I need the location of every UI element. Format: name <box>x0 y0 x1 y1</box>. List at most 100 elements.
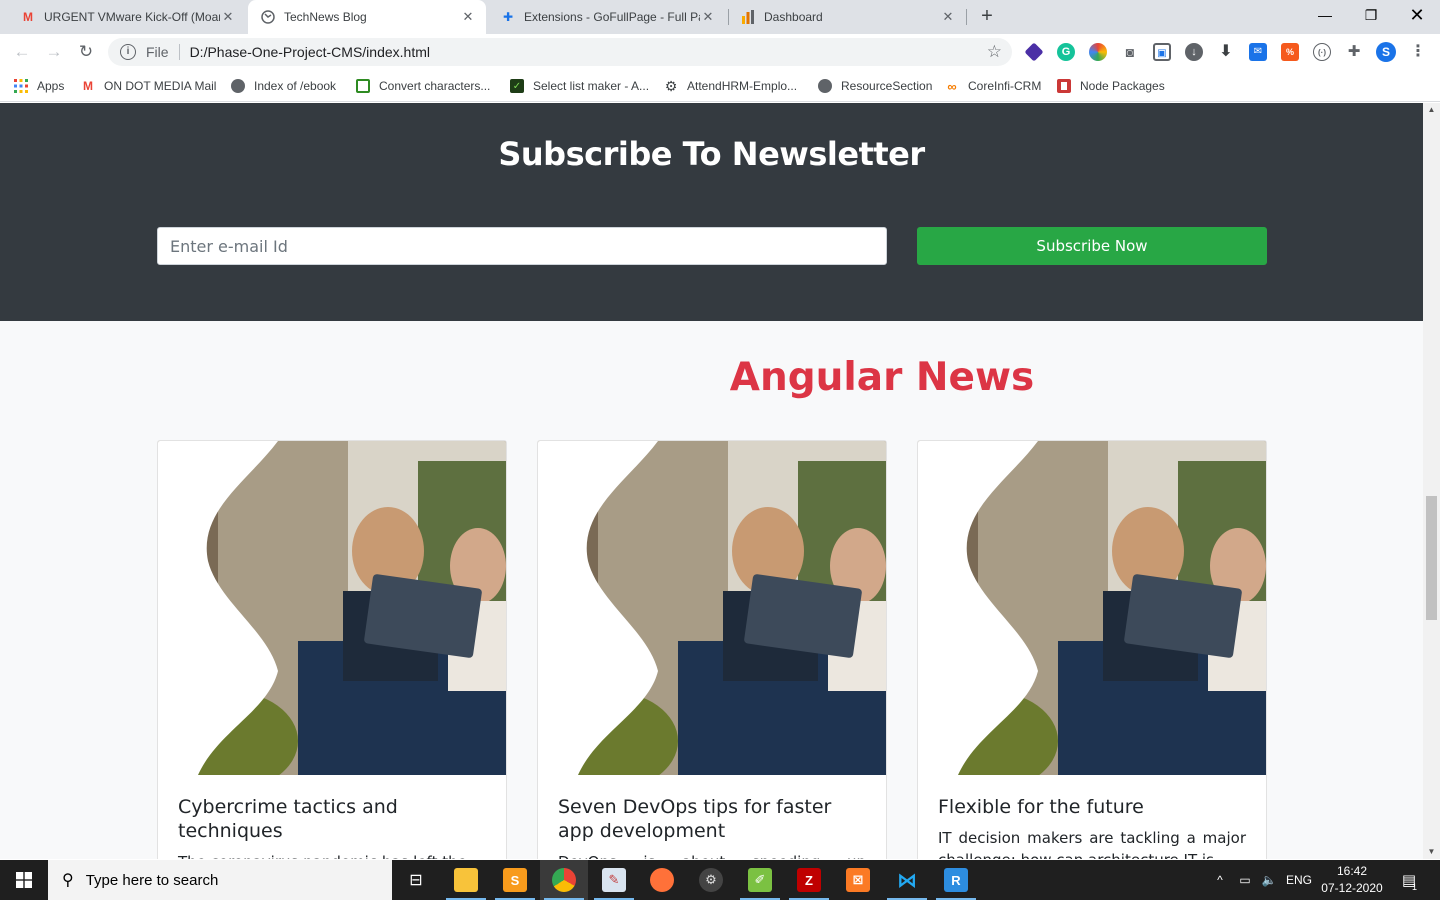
settings-app-icon: ⚙ <box>699 868 723 892</box>
puzzle-icon[interactable]: ✚ <box>1345 43 1363 61</box>
npm-icon <box>1057 79 1071 93</box>
close-tab-icon[interactable]: ✕ <box>700 9 716 25</box>
taskbar-firefox[interactable] <box>638 860 686 900</box>
gmail-icon: M <box>23 10 33 24</box>
scrollbar-thumb[interactable] <box>1426 496 1437 620</box>
bookmark-label: Node Packages <box>1080 79 1165 93</box>
url-text[interactable]: D:/Phase-One-Project-CMS/index.html <box>190 44 430 60</box>
menu-kebab-icon[interactable]: ⋮ <box>1409 43 1427 61</box>
email-input[interactable] <box>157 227 887 265</box>
address-bar[interactable]: i File D:/Phase-One-Project-CMS/index.ht… <box>108 38 1012 66</box>
notepad-icon: ✐ <box>748 868 772 892</box>
tab-title: URGENT VMware Kick-Off (Moan <box>44 10 220 24</box>
screenshot-icon[interactable]: ▣ <box>1153 43 1171 61</box>
grammarly-icon[interactable]: G <box>1057 43 1075 61</box>
bookmark-coreinfi-crm[interactable]: ∞ CoreInfi-CRM <box>945 76 1041 96</box>
taskbar-file-explorer[interactable] <box>442 860 490 900</box>
close-tab-icon[interactable]: ✕ <box>940 9 956 25</box>
taskbar-filezilla[interactable]: Z <box>785 860 833 900</box>
back-button[interactable]: ← <box>10 40 34 64</box>
bookmark-label: Index of /ebook <box>254 79 337 93</box>
search-placeholder: Type here to search <box>85 871 219 889</box>
bookmark-attendhrm[interactable]: ⚙ AttendHRM-Emplo... <box>664 76 797 96</box>
extension-orange-icon[interactable]: % <box>1281 43 1299 61</box>
notification-center-icon[interactable]: ▤ 1 <box>1394 860 1424 900</box>
card-image <box>918 441 1266 791</box>
taskbar-vscode[interactable]: ⋈ <box>883 860 931 900</box>
tab-extensions[interactable]: ✚ Extensions - GoFullPage - Full Pa ✕ <box>488 0 726 34</box>
card-image <box>158 441 506 791</box>
taskbar-app-gears[interactable]: ⚙ <box>687 860 735 900</box>
url-scheme: File <box>146 44 169 60</box>
bookmark-star-icon[interactable]: ☆ <box>987 42 1002 62</box>
bookmark-label: CoreInfi-CRM <box>968 79 1042 93</box>
volume-icon[interactable]: 🔈 <box>1258 860 1280 900</box>
bookmark-resourcesection[interactable]: ResourceSection <box>818 76 932 96</box>
close-tab-icon[interactable]: ✕ <box>460 9 476 25</box>
firefox-icon <box>650 868 674 892</box>
news-card[interactable]: Flexible for the future IT decision make… <box>917 440 1267 859</box>
taskbar-notepad[interactable]: ✐ <box>736 860 784 900</box>
card-text: IT decision makers are tackling a major … <box>938 829 1246 859</box>
xampp-icon: ⊠ <box>846 868 870 892</box>
info-icon[interactable]: i <box>120 44 136 60</box>
download-arrow-icon[interactable]: ⬇ <box>1217 43 1235 61</box>
extension-diamond-icon[interactable] <box>1024 42 1044 62</box>
newsletter-section: Subscribe To Newsletter Subscribe Now <box>0 103 1423 321</box>
sublime-text-icon: S <box>503 868 527 892</box>
checkmark-icon: ✓ <box>510 79 524 93</box>
scroll-up-arrow-icon[interactable]: ▲ <box>1423 103 1440 117</box>
tab-dashboard[interactable]: Dashboard ✕ <box>728 0 966 34</box>
bookmark-convert-characters[interactable]: Convert characters... <box>356 76 490 96</box>
tab-title: Extensions - GoFullPage - Full Pa <box>524 10 700 24</box>
network-icon[interactable]: ▭ <box>1234 860 1256 900</box>
taskbar-clock[interactable]: 16:42 07-12-2020 <box>1316 863 1388 897</box>
tab-technews[interactable]: TechNews Blog ✕ <box>248 0 486 34</box>
new-tab-button[interactable]: + <box>976 5 998 27</box>
taskbar-search[interactable]: ⚲ Type here to search <box>48 860 392 900</box>
mail-icon[interactable]: ✉ <box>1249 43 1267 61</box>
bookmark-select-list-maker[interactable]: ✓ Select list maker - A... <box>510 76 649 96</box>
taskbar-app-r[interactable]: R <box>932 860 980 900</box>
grid-icon <box>356 79 370 93</box>
bookmark-label: Convert characters... <box>379 79 491 93</box>
section-title: Angular News <box>729 355 1035 400</box>
forward-button[interactable]: → <box>42 40 66 64</box>
taskbar-sublime[interactable]: S <box>491 860 539 900</box>
taskbar-chrome[interactable] <box>540 860 588 900</box>
taskbar-paint[interactable]: ✎ <box>590 860 638 900</box>
bookmark-label: Apps <box>37 79 65 93</box>
bookmark-ondot-mail[interactable]: M ON DOT MEDIA Mail <box>81 76 216 96</box>
tray-overflow-icon[interactable]: ^ <box>1210 860 1230 900</box>
card-title[interactable]: Seven DevOps tips for faster app develop… <box>558 795 868 843</box>
card-text: The coronavirus pandemic has left the <box>178 851 486 859</box>
card-title[interactable]: Cybercrime tactics and techniques <box>178 795 488 843</box>
language-indicator[interactable]: ENG <box>1284 860 1314 900</box>
search-icon: ⚲ <box>62 872 74 889</box>
globe-icon <box>818 79 832 93</box>
close-window-button[interactable]: ✕ <box>1394 0 1440 32</box>
bookmark-node-packages[interactable]: Node Packages <box>1057 76 1165 96</box>
page-scrollbar[interactable]: ▲ ▼ <box>1423 103 1440 859</box>
task-view-button[interactable]: ⊟ <box>392 860 440 900</box>
task-view-icon: ⊟ <box>409 872 423 889</box>
extension-circle-icon[interactable]: (·) <box>1313 43 1331 61</box>
taskbar-xampp[interactable]: ⊠ <box>834 860 882 900</box>
news-card[interactable]: Cybercrime tactics and techniques The co… <box>157 440 507 859</box>
card-title[interactable]: Flexible for the future <box>938 795 1248 819</box>
subscribe-button[interactable]: Subscribe Now <box>917 227 1267 265</box>
minimize-button[interactable]: — <box>1302 0 1348 32</box>
tab-gmail[interactable]: M URGENT VMware Kick-Off (Moan ✕ <box>8 0 246 34</box>
bookmark-apps[interactable]: Apps <box>14 76 64 96</box>
restore-button[interactable]: ❐ <box>1348 0 1394 32</box>
download-circle-icon[interactable]: ↓ <box>1185 43 1203 61</box>
camera-icon[interactable]: ◙ <box>1121 43 1139 61</box>
bookmark-index-ebook[interactable]: Index of /ebook <box>231 76 336 96</box>
profile-avatar[interactable]: S <box>1376 42 1396 62</box>
scroll-down-arrow-icon[interactable]: ▼ <box>1423 845 1440 859</box>
color-picker-icon[interactable] <box>1089 43 1107 61</box>
news-card[interactable]: Seven DevOps tips for faster app develop… <box>537 440 887 859</box>
reload-button[interactable]: ↻ <box>74 40 98 64</box>
close-tab-icon[interactable]: ✕ <box>220 9 236 25</box>
start-button[interactable] <box>0 860 48 900</box>
